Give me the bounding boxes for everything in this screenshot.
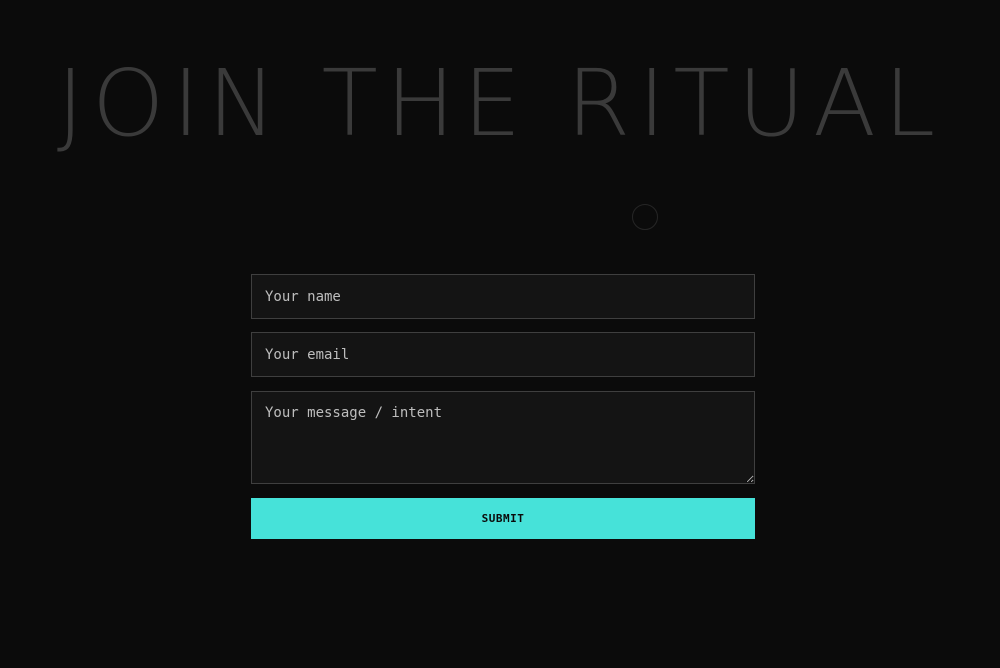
page-title: JOIN THE RITUAL <box>56 50 944 157</box>
message-textarea[interactable] <box>251 391 755 484</box>
circle-outline-icon <box>632 204 658 230</box>
contact-page: JOIN THE RITUAL SUBMIT <box>0 0 1000 668</box>
contact-form: SUBMIT <box>251 274 755 539</box>
name-input[interactable] <box>251 274 755 319</box>
submit-button[interactable]: SUBMIT <box>251 498 755 539</box>
email-input[interactable] <box>251 332 755 377</box>
